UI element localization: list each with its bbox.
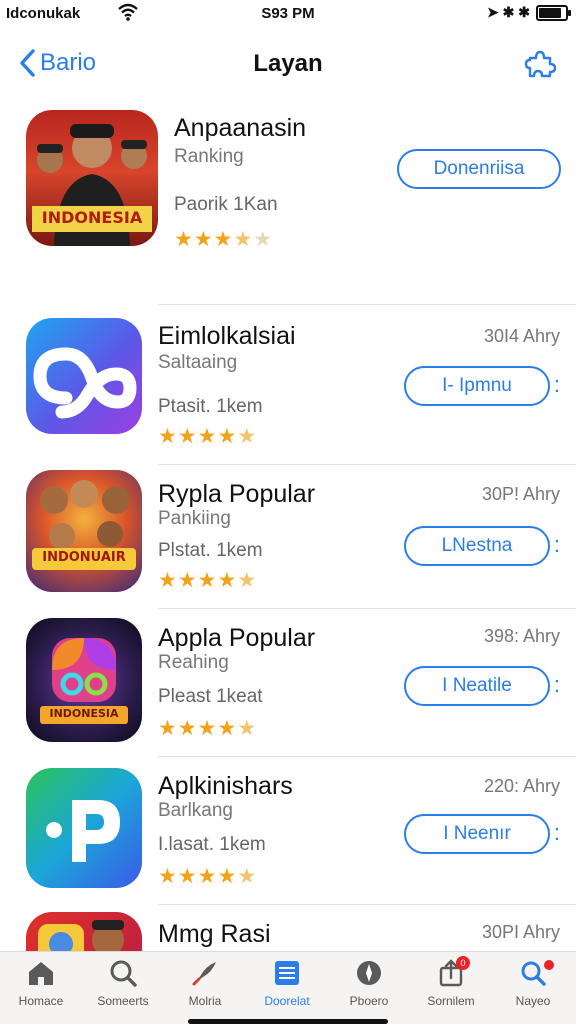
tab-search[interactable]: Someerts bbox=[82, 958, 164, 1008]
tab-label: Someerts bbox=[97, 994, 149, 1008]
tab-explore[interactable]: Pboero bbox=[328, 958, 410, 1008]
nav-bar: Bario Layan bbox=[0, 40, 576, 90]
tab-label: Doorelat bbox=[264, 994, 310, 1008]
app-subtitle: Reahing bbox=[158, 652, 229, 673]
tab-home[interactable]: Homace bbox=[0, 958, 82, 1008]
home-icon bbox=[29, 962, 53, 985]
get-button[interactable]: Donenriisa bbox=[397, 149, 561, 189]
app-name: Eimlolkalsiai bbox=[158, 322, 296, 350]
rocket-icon bbox=[192, 962, 216, 986]
app-subtitle: Barlkang bbox=[158, 800, 233, 821]
tab-bar: Homace Someerts Molria Doorelat Pboero 0… bbox=[0, 951, 576, 1024]
app-subtitle: Ranking bbox=[174, 146, 244, 167]
divider bbox=[158, 304, 576, 305]
app-name: Anpaanasin bbox=[174, 114, 307, 142]
tab-label: Molria bbox=[188, 994, 222, 1008]
app-icon-text: INDONESIA bbox=[41, 208, 143, 227]
get-button[interactable]: I Neatile bbox=[404, 666, 550, 706]
app-meta: Plstat. 1kem bbox=[158, 540, 263, 561]
app-meta: Pleast 1keat bbox=[158, 686, 263, 707]
rating-stars: ★ ★ ★ ★ ★ bbox=[158, 865, 257, 888]
more-icon[interactable]: : bbox=[554, 372, 560, 398]
updates-badge: 0 bbox=[456, 956, 470, 970]
app-icon[interactable] bbox=[26, 768, 142, 888]
app-meta: Paorik 1Kan bbox=[174, 194, 278, 215]
rating-stars: ★ ★ ★ ★ ★ bbox=[158, 717, 257, 740]
divider bbox=[158, 608, 576, 609]
app-icon[interactable]: INDONESIA bbox=[26, 110, 158, 246]
puzzle-icon[interactable] bbox=[524, 48, 557, 80]
app-icon[interactable]: INDONUAIR bbox=[26, 470, 142, 592]
divider bbox=[158, 904, 576, 905]
get-button[interactable]: LNestna bbox=[404, 526, 550, 566]
app-size: 30PI Ahry bbox=[481, 922, 560, 942]
battery-icon bbox=[536, 4, 571, 21]
divider bbox=[158, 464, 576, 465]
tab-label: Sornilem bbox=[427, 994, 475, 1008]
app-subtitle: Pankiing bbox=[158, 508, 231, 529]
home-indicator bbox=[188, 1019, 388, 1024]
tab-updates[interactable]: 0 Sornilem bbox=[410, 956, 492, 1008]
app-name: Appla Popular bbox=[158, 624, 316, 652]
app-icon[interactable] bbox=[26, 318, 142, 434]
get-button[interactable]: I Neenır bbox=[404, 814, 550, 854]
tab-label: Nayeo bbox=[515, 994, 551, 1008]
app-size: 398: Ahry bbox=[483, 626, 560, 646]
tab-label: Homace bbox=[18, 994, 64, 1008]
search-icon bbox=[110, 960, 137, 987]
app-row[interactable]: INDONESIA Appla Popular 398: Ahry Reahin… bbox=[0, 618, 576, 758]
apps-list-icon bbox=[275, 961, 299, 985]
app-icon-text: INDONUAIR bbox=[42, 550, 126, 565]
divider bbox=[158, 756, 576, 757]
app-size: 30I4 Ahry bbox=[483, 326, 560, 346]
rating-stars: ★ ★ ★ ★ ★ bbox=[158, 425, 257, 448]
tab-search-profile[interactable]: Nayeo bbox=[492, 958, 574, 1008]
app-name: Mmg Rasi bbox=[158, 920, 271, 948]
tab-apps[interactable]: Doorelat bbox=[246, 958, 328, 1008]
rating-stars: ★ ★ ★ ★ ★ bbox=[158, 569, 257, 592]
status-icons: ➤ ✱ ✱ bbox=[487, 4, 530, 20]
tab-label: Pboero bbox=[349, 994, 389, 1008]
notification-dot bbox=[544, 960, 554, 970]
more-icon[interactable]: : bbox=[554, 820, 560, 846]
app-icon-text: INDONESIA bbox=[49, 707, 119, 720]
app-size: 220: Ahry bbox=[483, 776, 560, 796]
app-icon[interactable]: INDONESIA bbox=[26, 618, 142, 742]
status-right: ➤ ✱ ✱ bbox=[487, 4, 571, 21]
get-button[interactable]: I- Ipmnu bbox=[404, 366, 550, 406]
app-row[interactable]: INDONUAIR Rypla Popular 30P! Ahry Pankii… bbox=[0, 470, 576, 610]
app-row[interactable]: Eimlolkalsiai 30I4 Ahry Saltaaing Ptasit… bbox=[0, 318, 576, 458]
compass-icon bbox=[357, 961, 381, 985]
app-name: Rypla Popular bbox=[158, 480, 316, 508]
status-bar: Idconukak S93 PM ➤ ✱ ✱ bbox=[0, 0, 576, 28]
app-name: Aplkinishars bbox=[158, 772, 293, 800]
tab-games[interactable]: Molria bbox=[164, 958, 246, 1008]
app-row[interactable]: INDONESIA Anpaanasin Ranking Paorik 1Kan… bbox=[0, 108, 576, 298]
more-icon[interactable]: : bbox=[554, 532, 560, 558]
app-subtitle: Saltaaing bbox=[158, 352, 238, 373]
app-meta: Ptasit. 1kem bbox=[158, 396, 263, 417]
app-size: 30P! Ahry bbox=[481, 484, 560, 504]
more-icon[interactable]: : bbox=[554, 672, 560, 698]
app-meta: I.lasat. 1kem bbox=[158, 834, 266, 855]
page-title: Layan bbox=[253, 50, 323, 77]
app-row[interactable]: Aplkinishars 220: Ahry Barlkang I.lasat.… bbox=[0, 768, 576, 908]
rating-stars: ★ ★ ★ ★ ★ bbox=[174, 228, 273, 251]
